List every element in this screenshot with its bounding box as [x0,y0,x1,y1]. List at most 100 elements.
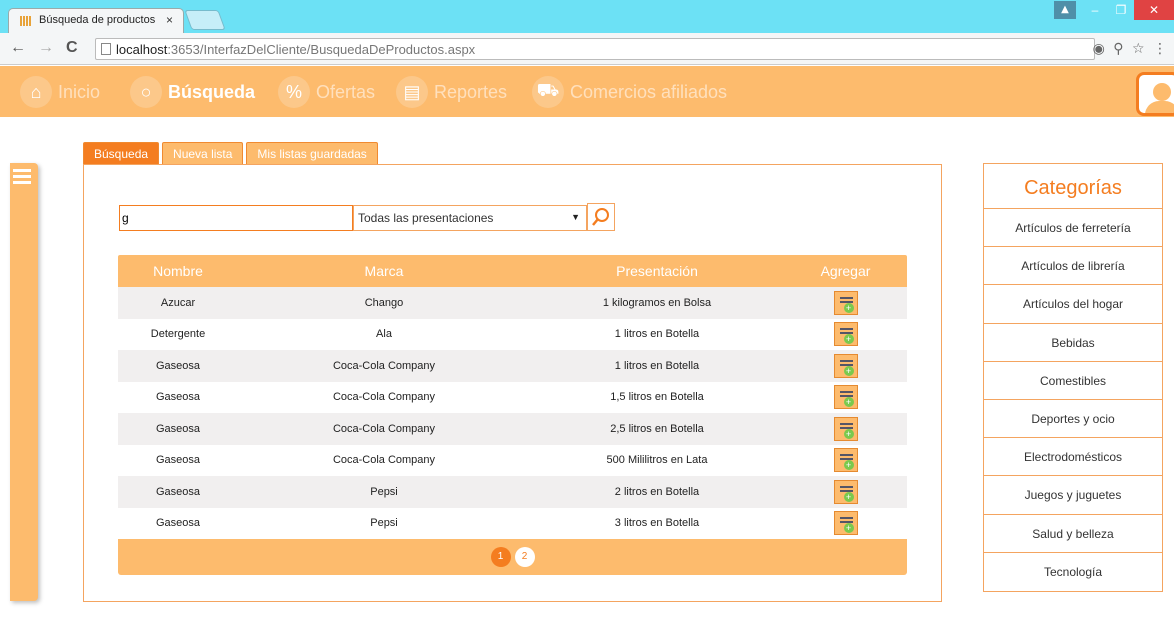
url-host: localhost [116,42,168,57]
nav-label: Reportes [434,81,508,102]
address-bar: ← → C localhost:3653/InterfazDelCliente/… [0,33,1174,65]
cell-nombre: Detergente [150,328,206,341]
add-plus-icon: + [843,397,854,408]
cell-marca: Ala [376,328,392,341]
category-item[interactable]: Deportes y ocio [984,400,1162,439]
category-item[interactable]: Artículos del hogar [984,285,1162,324]
category-item[interactable]: Tecnología [984,553,1162,591]
category-item[interactable]: Bebidas [984,324,1162,362]
add-to-list-button[interactable]: + [833,385,858,410]
presentation-select[interactable]: Todas las presentaciones ▼ [353,205,587,231]
table-row: Gaseosa Coca-Cola Company 500 Mililitros e… [118,445,907,477]
magnifier-icon [592,208,609,226]
omnibox-icons[interactable]: ◉ ⚲ ☆ ⋮ [1093,41,1169,57]
cell-presentacion: 1 litros en Botella [614,359,700,372]
url-path: :3653/InterfazDelCliente/BusquedaDeProdu… [167,42,476,57]
add-to-list-button[interactable]: + [833,448,858,473]
categories-title: Categorías [984,164,1162,209]
home-icon: ⌂ [20,76,52,108]
cell-nombre: Gaseosa [155,359,201,372]
search-input[interactable] [119,205,353,231]
forward-icon[interactable]: → [38,39,54,57]
cell-presentacion: 2 litros en Botella [614,485,700,498]
add-to-list-button[interactable]: + [833,322,858,347]
add-plus-icon: + [843,365,854,376]
add-plus-icon: + [843,523,854,534]
table-row: Gaseosa Pepsi 3 litros en Botella + [118,508,907,540]
add-to-list-button[interactable]: + [833,416,858,441]
user-avatar[interactable] [1136,72,1174,116]
nav-busqueda[interactable]: ○ Búsqueda [130,76,255,108]
category-item[interactable]: Comestibles [984,362,1162,400]
add-to-list-button[interactable]: + [833,511,858,536]
browser-tab-title: Búsqueda de productos [39,14,156,26]
back-icon[interactable]: ← [10,39,26,57]
tab-mis-listas[interactable]: Mis listas guardadas [246,142,378,164]
cell-marca: Pepsi [370,485,398,498]
add-plus-icon: + [843,302,854,313]
category-item[interactable]: Artículos de librería [984,247,1162,286]
cell-presentacion: 1 litros en Botella [614,328,700,341]
cell-agregar: + [784,385,907,410]
categories-list: Artículos de ferretería Artículos de libr… [984,209,1162,591]
cell-marca: Pepsi [370,517,398,530]
cell-marca: Chango [364,296,404,309]
header-nombre: Nombre [153,263,203,279]
page-1-button[interactable]: 1 [490,547,511,567]
add-to-list-button[interactable]: + [833,290,858,315]
table-row: Gaseosa Coca-Cola Company 2,5 litros en Bo… [118,413,907,445]
cell-marca: Coca-Cola Company [332,454,436,467]
side-drawer[interactable] [10,163,38,601]
restore-icon[interactable]: ❐ [1108,0,1134,20]
page-2-button[interactable]: 2 [514,547,535,567]
profile-icon[interactable]: ▲ [1054,1,1076,19]
pagination: 1 2 [118,539,907,575]
cell-nombre: Gaseosa [155,485,201,498]
add-plus-icon: + [843,428,854,439]
tab-busqueda[interactable]: Búsqueda [83,142,160,164]
nav-ofertas[interactable]: % Ofertas [278,76,375,108]
hamburger-icon[interactable] [13,169,31,187]
nav-label: Ofertas [316,81,376,102]
url-field[interactable]: localhost:3653/InterfazDelCliente/Busque… [95,38,1167,60]
page-icon [101,43,111,55]
category-item[interactable]: Electrodomésticos [984,438,1162,477]
search-panel: Todas las presentaciones ▼ Nombre Marca … [83,164,942,602]
add-to-list-button[interactable]: + [833,353,858,378]
reload-icon[interactable]: C [66,39,78,57]
nav-label: Comercios afiliados [570,81,728,102]
table-row: Azucar Chango 1 kilogramos en Bolsa + [118,287,907,319]
nav-label: Inicio [58,81,101,102]
category-item[interactable]: Artículos de ferretería [984,209,1162,248]
cell-marca: Coca-Cola Company [332,422,436,435]
browser-tab[interactable]: Búsqueda de productos × [8,8,184,33]
new-tab-button[interactable] [184,10,226,30]
table-row: Gaseosa Coca-Cola Company 1 litros en Bote… [118,350,907,382]
nav-inicio[interactable]: ⌂ Inicio [20,76,100,108]
cell-nombre: Azucar [160,296,196,309]
close-window-icon[interactable]: ✕ [1134,0,1174,20]
add-plus-icon: + [843,460,854,471]
nav-comercios[interactable]: ⛟ Comercios afiliados [532,76,727,108]
categories-panel: Categorías Artículos de ferretería Artícu… [983,163,1163,592]
cell-agregar: + [784,416,907,441]
nav-reportes[interactable]: ▤ Reportes [396,76,507,108]
table-body: Azucar Chango 1 kilogramos en Bolsa + Deterg… [118,287,907,539]
cell-agregar: + [784,353,907,378]
cell-agregar: + [784,290,907,315]
table-row: Gaseosa Coca-Cola Company 1,5 litros en Bo… [118,382,907,414]
search-button[interactable] [587,203,615,231]
tab-nueva-lista[interactable]: Nueva lista [162,142,244,164]
tab-close-icon[interactable]: × [166,13,173,27]
cart-icon: ⛟ [532,76,564,108]
search-icon: ○ [130,76,162,108]
minimize-icon[interactable]: – [1082,0,1108,20]
add-plus-icon: + [843,491,854,502]
category-item[interactable]: Salud y belleza [984,515,1162,553]
category-item[interactable]: Juegos y juguetes [984,476,1162,515]
table-row: Gaseosa Pepsi 2 litros en Botella + [118,476,907,508]
add-to-list-button[interactable]: + [833,479,858,504]
header-marca: Marca [364,263,404,279]
cell-marca: Coca-Cola Company [332,391,436,404]
cell-nombre: Gaseosa [155,454,201,467]
